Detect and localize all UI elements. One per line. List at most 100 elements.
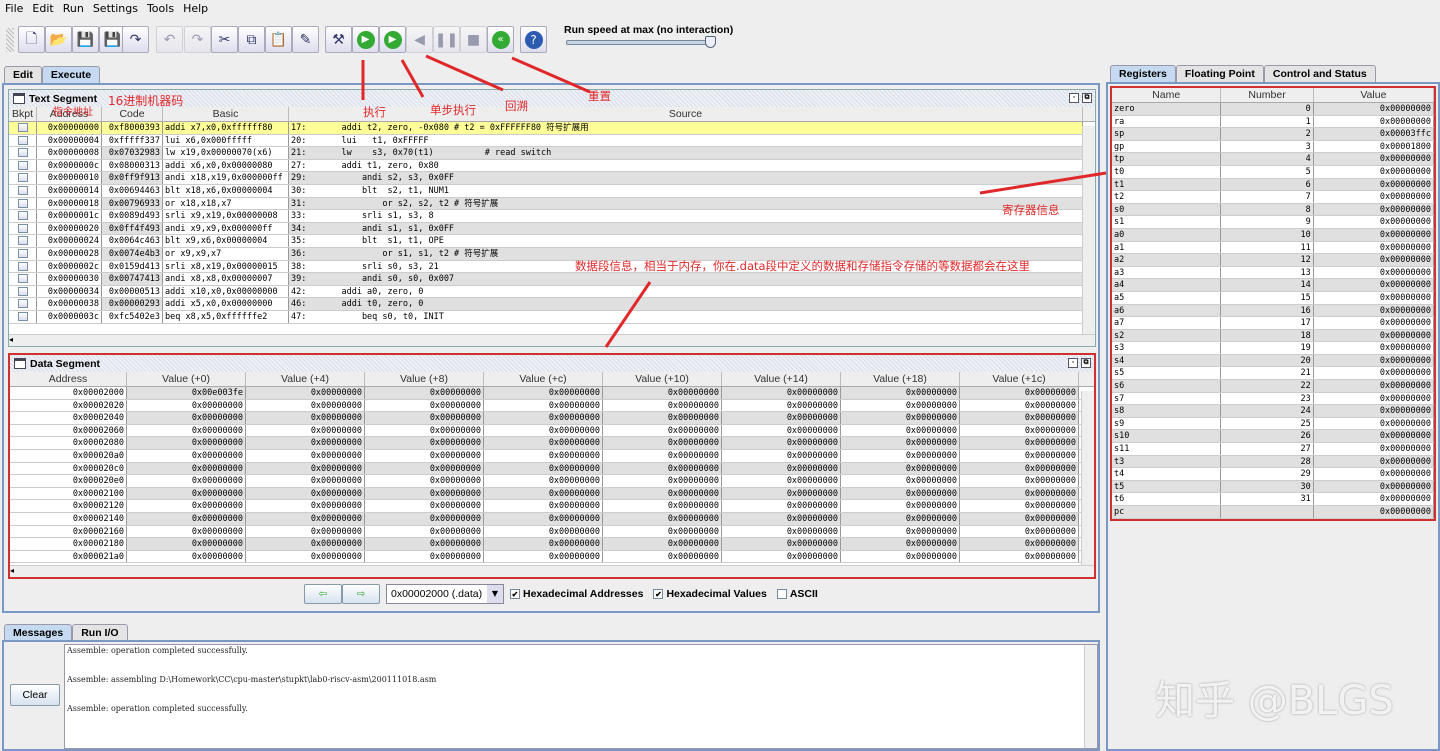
breakpoint-cell[interactable] [9,273,37,285]
backstep-button[interactable]: ◀ [406,26,433,53]
value-cell[interactable]: 0x00000000 [365,525,484,538]
column-header[interactable]: Value (+10) [603,372,722,386]
hex-addresses-checkbox[interactable]: ✔ Hexadecimal Addresses [510,588,643,600]
value-cell[interactable]: 0x00000000 [365,550,484,563]
tab-run-io[interactable]: Run I/O [72,624,128,641]
value-cell[interactable]: 0x00000000 [722,500,841,512]
value-cell[interactable]: 0x00000000 [722,487,841,500]
value-cell[interactable]: 0x00000000 [484,500,603,512]
value-cell[interactable]: 0x00000000 [127,550,246,563]
breakpoint-checkbox[interactable] [17,236,28,246]
tab-floating-point[interactable]: Floating Point [1175,65,1264,82]
value-cell[interactable]: 0x00000000 [365,437,484,449]
menu-tools[interactable]: Tools [147,2,174,15]
value-cell[interactable]: 0x00000000 [722,387,841,399]
breakpoint-checkbox[interactable] [17,311,28,321]
breakpoint-cell[interactable] [9,285,37,298]
value-cell[interactable]: 0x00000000 [246,550,365,563]
value-cell[interactable]: 0x00000000 [127,462,246,475]
value-cell[interactable]: 0x00000000 [841,437,960,449]
value-cell[interactable]: 0x00000000 [246,399,365,412]
maximize-icon[interactable]: ⧉ [1081,358,1091,368]
register-value[interactable]: 0x00000000 [1313,203,1435,216]
breakpoint-cell[interactable] [9,247,37,260]
value-cell[interactable]: 0x00000000 [127,487,246,500]
value-cell[interactable]: 0x00000000 [722,538,841,550]
value-cell[interactable]: 0x00000000 [484,512,603,525]
value-cell[interactable]: 0x00000000 [722,550,841,563]
value-cell[interactable]: 0x00000000 [722,424,841,437]
value-cell[interactable]: 0x00000000 [603,500,722,512]
run-speed-slider-thumb[interactable] [705,36,716,48]
column-header[interactable]: Value (+14) [722,372,841,386]
value-cell[interactable]: 0x00000000 [603,424,722,437]
find-replace-button[interactable]: ✎ [292,26,319,53]
run-button[interactable]: ▶ [352,26,379,53]
step-button[interactable]: ▶ [379,26,406,53]
value-cell[interactable]: 0x00000000 [127,512,246,525]
breakpoint-checkbox[interactable] [17,173,28,183]
column-header[interactable]: Value (+0) [127,372,246,386]
value-cell[interactable]: 0x00000000 [722,525,841,538]
column-header[interactable]: Address [10,372,127,386]
value-cell[interactable]: 0x00000000 [603,538,722,550]
register-value[interactable]: 0x00000000 [1313,178,1435,191]
register-value[interactable]: 0x00000000 [1313,329,1435,342]
value-cell[interactable]: 0x00000000 [960,399,1079,412]
register-value[interactable]: 0x00001800 [1314,140,1435,153]
value-cell[interactable]: 0x00000000 [960,424,1079,437]
value-cell[interactable]: 0x00000000 [246,512,365,525]
breakpoint-checkbox[interactable] [17,211,28,221]
menu-run[interactable]: Run [63,2,84,15]
value-cell[interactable]: 0x00000000 [841,475,960,487]
open-file-button[interactable]: 📂 [45,26,72,53]
register-value[interactable]: 0x00000000 [1313,254,1435,266]
column-header[interactable]: Value [1314,88,1434,102]
value-cell[interactable]: 0x00000000 [960,525,1079,538]
register-value[interactable]: 0x00000000 [1314,266,1435,279]
value-cell[interactable]: 0x00000000 [365,462,484,475]
breakpoint-cell[interactable] [9,197,37,210]
value-cell[interactable]: 0x00000000 [960,462,1079,475]
value-cell[interactable]: 0x00000000 [127,449,246,462]
register-value[interactable]: 0x00000000 [1313,228,1435,241]
paste-button[interactable]: 📋 [265,26,292,53]
breakpoint-cell[interactable] [9,147,37,159]
value-cell[interactable]: 0x00000000 [365,500,484,512]
menu-help[interactable]: Help [183,2,208,15]
ascii-checkbox[interactable]: ASCII [776,588,818,600]
maximize-icon[interactable]: ⧉ [1082,93,1092,103]
column-header[interactable]: Value (+c) [484,372,603,386]
register-value[interactable]: 0x00000000 [1313,153,1435,165]
value-cell[interactable]: 0x00000000 [722,475,841,487]
value-cell[interactable]: 0x00000000 [484,538,603,550]
value-cell[interactable]: 0x00000000 [603,449,722,462]
breakpoint-checkbox[interactable] [17,148,28,158]
register-value[interactable]: 0x00000000 [1313,354,1435,367]
value-cell[interactable]: 0x00000000 [246,449,365,462]
register-value[interactable]: 0x00000000 [1314,216,1435,228]
messages-text-area[interactable]: Assemble: operation completed successful… [64,644,1098,749]
value-cell[interactable]: 0x00000000 [127,437,246,449]
assemble-button[interactable]: ⚒ [325,26,352,53]
toolbar-grip[interactable] [6,28,14,52]
breakpoint-checkbox[interactable] [17,261,28,271]
value-cell[interactable]: 0x00000000 [603,462,722,475]
breakpoint-checkbox[interactable] [17,198,28,208]
tab-registers[interactable]: Registers [1110,65,1176,82]
value-cell[interactable]: 0x00000000 [841,487,960,500]
text-horizontal-scrollbar[interactable]: ◂ [9,334,1095,346]
column-header[interactable]: Value (+4) [246,372,365,386]
value-cell[interactable]: 0x00e003fe [127,387,246,399]
value-cell[interactable]: 0x00000000 [603,399,722,412]
value-cell[interactable]: 0x00000000 [484,462,603,475]
previous-arrow-button[interactable]: ⇦ [304,584,342,604]
value-cell[interactable]: 0x00000000 [603,550,722,563]
breakpoint-cell[interactable] [9,222,37,235]
value-cell[interactable]: 0x00000000 [246,525,365,538]
hex-values-checkbox[interactable]: ✔ Hexadecimal Values [653,588,767,600]
value-cell[interactable]: 0x00000000 [484,424,603,437]
value-cell[interactable]: 0x00000000 [722,449,841,462]
value-cell[interactable]: 0x00000000 [841,512,960,525]
register-value[interactable]: 0x00000000 [1314,191,1435,203]
